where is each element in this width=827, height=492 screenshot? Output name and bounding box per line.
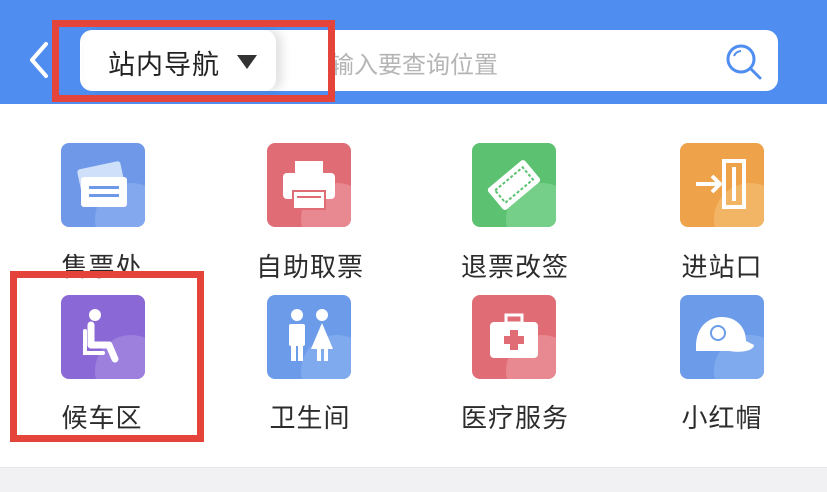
highlight-box-dropdown [52,20,335,102]
grid-item-label: 小红帽 [681,404,763,434]
grid-item-label: 进站口 [681,253,763,283]
grid-item-label: 医疗服务 [460,404,569,434]
grid-item-label: 自助取票 [255,253,364,283]
grid-item-restroom[interactable] [267,295,351,379]
grid-item-entrance[interactable] [680,143,764,227]
grid-item-refund[interactable] [472,143,556,227]
grid-item-medical[interactable] [472,295,556,379]
grid-item-red-cap[interactable] [680,295,764,379]
grid-item-self-ticket[interactable] [267,143,351,227]
highlight-box-waiting-area [10,271,204,442]
grid-item-label: 退票改签 [460,253,569,283]
grid-item-label: 卫生间 [269,404,351,434]
grid-item-ticket-office[interactable] [61,143,145,227]
search-input[interactable]: 输入要查询位置 [330,45,498,80]
search-icon[interactable] [724,42,764,86]
section-divider [0,467,827,492]
